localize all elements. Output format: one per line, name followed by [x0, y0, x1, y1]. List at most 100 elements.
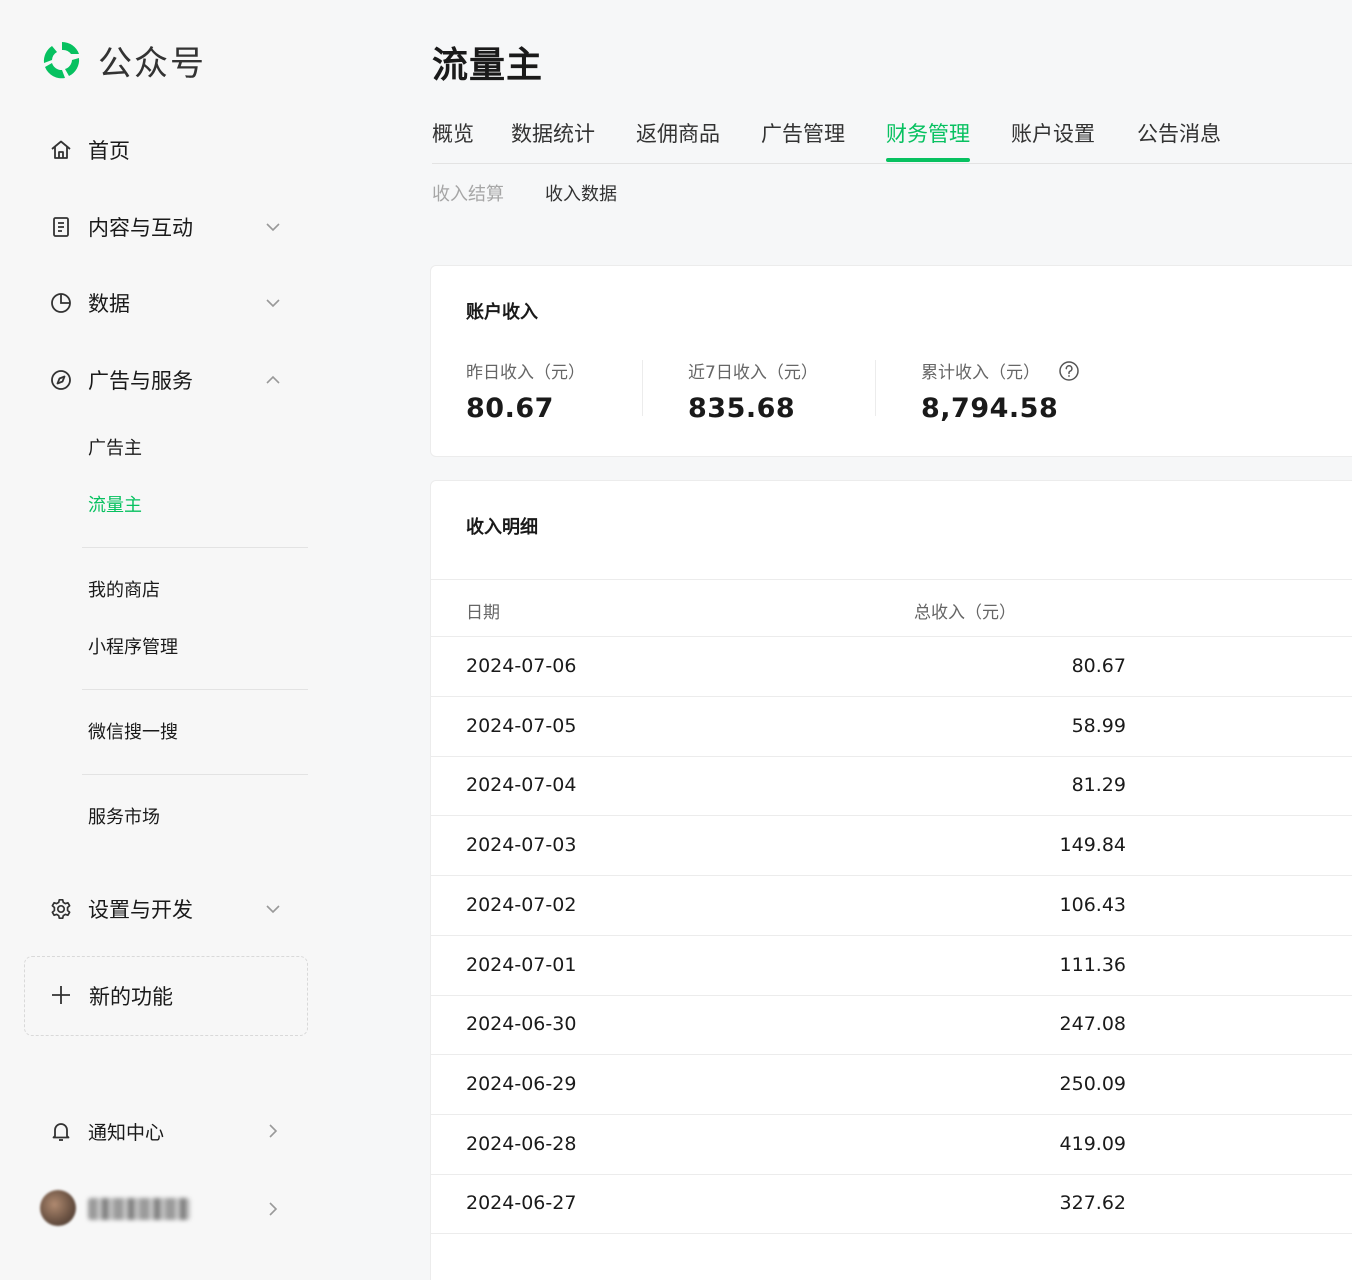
cell-total-income: 419.09 — [1059, 1132, 1126, 1155]
column-header-total-income: 总收入（元） — [914, 603, 1016, 623]
sidebar-divider — [82, 689, 308, 690]
sidebar-subitem-publisher[interactable]: 流量主 — [88, 488, 142, 520]
stat-value: 8,794.58 — [921, 393, 1059, 424]
card-title: 账户收入 — [466, 302, 538, 323]
cell-date: 2024-06-29 — [466, 1072, 577, 1095]
page-title: 流量主 — [432, 45, 544, 86]
stat-label: 昨日收入（元） — [466, 363, 585, 383]
sidebar-subitem-service-market[interactable]: 服务市场 — [88, 800, 160, 832]
table-header: 日期 总收入（元） — [431, 579, 1352, 637]
main-content: 流量主 概览 数据统计 返佣商品 广告管理 财务管理 账户设置 公告消息 收入结… — [330, 0, 1352, 1280]
table-row: 2024-07-02 106.43 — [431, 876, 1352, 936]
tab-rebate-products[interactable]: 返佣商品 — [636, 118, 720, 162]
cell-date: 2024-06-27 — [466, 1192, 577, 1215]
question-circle-icon[interactable] — [1058, 360, 1080, 382]
stat-yesterday: 昨日收入（元） 80.67 — [466, 358, 585, 424]
tabs-divider — [432, 163, 1352, 164]
subtab-income-settlement[interactable]: 收入结算 — [432, 180, 504, 206]
chevron-right-icon — [262, 1120, 284, 1142]
sidebar-item-content[interactable]: 内容与互动 — [24, 202, 308, 252]
tab-finance[interactable]: 财务管理 — [886, 118, 970, 162]
sidebar-item-ads-services[interactable]: 广告与服务 — [24, 355, 308, 405]
tab-statistics[interactable]: 数据统计 — [511, 118, 595, 162]
cell-total-income: 106.43 — [1059, 893, 1126, 916]
wechat-official-logo-icon — [43, 41, 80, 79]
sidebar: 公众号 首页 内容与互动 数据 广告与服务 广告主 流量主 我的商店 小程序管理… — [0, 0, 330, 1280]
sidebar-subitem-my-shop[interactable]: 我的商店 — [88, 573, 160, 605]
table-row: 2024-07-03 149.84 — [431, 816, 1352, 877]
income-detail-card: 收入明细 日期 总收入（元） 2024-07-06 80.67 2024-07-05… — [430, 480, 1352, 1280]
sidebar-item-data[interactable]: 数据 — [24, 278, 308, 328]
app-name: 公众号 — [98, 43, 206, 84]
sidebar-subitem-mini-program[interactable]: 小程序管理 — [88, 630, 178, 662]
home-icon — [48, 137, 74, 163]
cell-date: 2024-06-28 — [466, 1132, 577, 1155]
cell-date: 2024-07-04 — [466, 774, 577, 797]
sidebar-divider — [82, 774, 308, 775]
account-income-card: 账户收入 昨日收入（元） 80.67 近7日收入（元） 835.68 累计收入（… — [430, 265, 1352, 457]
cell-date: 2024-07-02 — [466, 893, 577, 916]
stat-label: 累计收入（元） — [921, 363, 1040, 383]
chevron-up-icon — [262, 369, 284, 391]
cell-total-income: 111.36 — [1059, 953, 1126, 976]
tab-overview[interactable]: 概览 — [432, 118, 474, 162]
stat-value: 80.67 — [466, 393, 554, 424]
card-title: 收入明细 — [466, 517, 538, 538]
table-row: 2024-07-04 81.29 — [431, 756, 1352, 817]
sidebar-item-label: 设置与开发 — [88, 898, 193, 922]
sidebar-item-home[interactable]: 首页 — [24, 125, 308, 175]
cell-date: 2024-07-01 — [466, 953, 577, 976]
cell-date: 2024-07-03 — [466, 834, 577, 857]
tab-ad-management[interactable]: 广告管理 — [761, 118, 845, 162]
app-logo[interactable]: 公众号 — [38, 36, 206, 84]
sidebar-subitem-wechat-search[interactable]: 微信搜一搜 — [88, 715, 178, 747]
bell-icon — [48, 1118, 74, 1144]
cell-total-income: 149.84 — [1059, 834, 1126, 857]
cell-total-income: 247.08 — [1059, 1013, 1126, 1036]
gear-icon — [48, 896, 74, 922]
stat-divider — [875, 360, 876, 416]
sidebar-item-label: 首页 — [88, 139, 130, 163]
table-row: 2024-06-30 247.08 — [431, 995, 1352, 1056]
stat-value: 835.68 — [688, 393, 796, 424]
new-feature-button[interactable]: 新的功能 — [24, 956, 308, 1036]
sidebar-item-label: 内容与互动 — [88, 216, 193, 240]
chevron-down-icon — [262, 292, 284, 314]
stat-label-row: 累计收入（元） — [921, 358, 1080, 383]
stat-cumulative: 累计收入（元） 8,794.58 — [921, 358, 1080, 424]
cell-total-income: 250.09 — [1059, 1072, 1126, 1095]
sidebar-subitem-advertiser[interactable]: 广告主 — [88, 431, 142, 463]
table-row: 2024-07-06 80.67 — [431, 637, 1352, 697]
subtab-income-data[interactable]: 收入数据 — [545, 180, 617, 206]
cell-total-income: 80.67 — [1071, 655, 1126, 677]
cell-date: 2024-07-06 — [466, 655, 577, 677]
plus-icon — [49, 983, 73, 1011]
sidebar-item-label: 数据 — [88, 292, 130, 316]
cell-total-income: 58.99 — [1071, 714, 1126, 737]
column-header-date: 日期 — [466, 603, 500, 623]
sidebar-item-notifications[interactable]: 通知中心 — [24, 1106, 308, 1156]
sidebar-item-settings[interactable]: 设置与开发 — [24, 884, 308, 934]
table-row: 2024-06-27 327.62 — [431, 1174, 1352, 1235]
chevron-right-icon[interactable] — [262, 1198, 284, 1220]
cell-total-income: 81.29 — [1071, 774, 1126, 797]
sidebar-item-label: 广告与服务 — [88, 369, 193, 393]
pie-chart-icon — [48, 290, 74, 316]
tab-account-settings[interactable]: 账户设置 — [1011, 118, 1095, 162]
tab-announcements[interactable]: 公告消息 — [1137, 118, 1221, 162]
stat-label: 近7日收入（元） — [688, 363, 818, 383]
new-feature-label: 新的功能 — [89, 985, 173, 1009]
account-name-redacted[interactable] — [88, 1198, 190, 1220]
stat-last-7-days: 近7日收入（元） 835.68 — [688, 358, 818, 424]
cell-total-income: 327.62 — [1059, 1192, 1126, 1215]
avatar[interactable] — [40, 1190, 76, 1226]
stat-divider — [642, 360, 643, 416]
chevron-down-icon — [262, 898, 284, 920]
table-row: 2024-07-05 58.99 — [431, 697, 1352, 757]
table-row: 2024-07-01 111.36 — [431, 936, 1352, 996]
compass-icon — [48, 367, 74, 393]
table-row: 2024-06-29 250.09 — [431, 1055, 1352, 1115]
sidebar-item-label: 通知中心 — [88, 1121, 165, 1144]
table-row: 2024-06-28 419.09 — [431, 1115, 1352, 1175]
document-icon — [48, 214, 74, 240]
